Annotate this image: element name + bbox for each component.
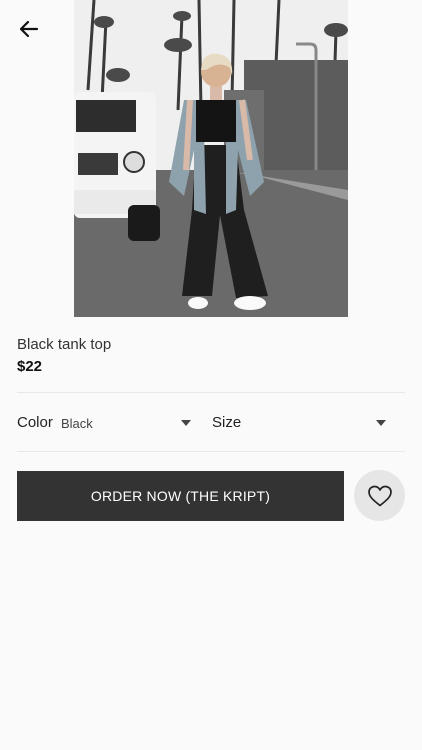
product-price: $22 xyxy=(17,358,43,375)
color-chevron-down-icon[interactable] xyxy=(181,420,191,426)
arrow-left-icon xyxy=(19,20,39,38)
size-chevron-down-icon[interactable] xyxy=(376,420,386,426)
divider xyxy=(17,451,405,452)
back-button[interactable] xyxy=(14,14,44,44)
divider xyxy=(17,392,405,393)
product-image xyxy=(74,0,348,317)
color-label: Color xyxy=(17,414,53,431)
heart-icon xyxy=(367,485,392,506)
favorite-button[interactable] xyxy=(354,470,405,521)
order-now-button[interactable]: ORDER NOW (THE KRIPT) xyxy=(17,471,344,521)
product-name: Black tank top xyxy=(17,336,112,353)
color-select-value[interactable]: Black xyxy=(61,416,93,431)
size-label: Size xyxy=(212,414,242,431)
